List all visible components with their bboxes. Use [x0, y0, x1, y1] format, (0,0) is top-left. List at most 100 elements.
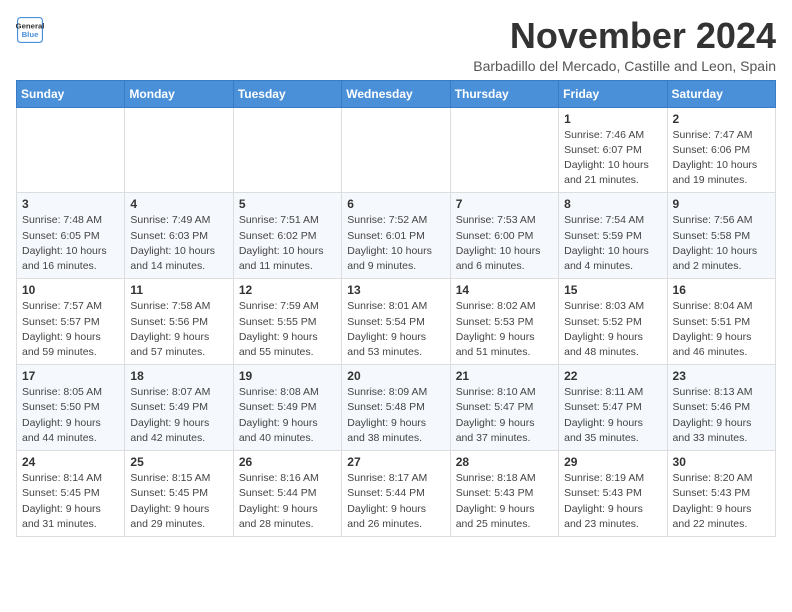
day-info: Sunrise: 8:14 AMSunset: 5:45 PMDaylight:… [22, 471, 119, 532]
day-info: Sunrise: 7:46 AMSunset: 6:07 PMDaylight:… [564, 128, 661, 189]
day-info: Sunrise: 8:20 AMSunset: 5:43 PMDaylight:… [673, 471, 770, 532]
day-info: Sunrise: 7:59 AMSunset: 5:55 PMDaylight:… [239, 299, 336, 360]
day-info: Sunrise: 8:02 AMSunset: 5:53 PMDaylight:… [456, 299, 553, 360]
svg-text:General: General [16, 21, 44, 30]
day-info: Sunrise: 8:19 AMSunset: 5:43 PMDaylight:… [564, 471, 661, 532]
day-info: Sunrise: 7:53 AMSunset: 6:00 PMDaylight:… [456, 213, 553, 274]
day-info: Sunrise: 8:05 AMSunset: 5:50 PMDaylight:… [22, 385, 119, 446]
day-info: Sunrise: 8:07 AMSunset: 5:49 PMDaylight:… [130, 385, 227, 446]
day-info: Sunrise: 8:15 AMSunset: 5:45 PMDaylight:… [130, 471, 227, 532]
calendar-cell: 17Sunrise: 8:05 AMSunset: 5:50 PMDayligh… [17, 365, 125, 451]
weekday-header-sunday: Sunday [17, 80, 125, 107]
day-info: Sunrise: 7:56 AMSunset: 5:58 PMDaylight:… [673, 213, 770, 274]
week-row-3: 10 Sunrise: 7:57 AMSunset: 5:57 PMDayligh… [17, 279, 776, 365]
weekday-header-thursday: Thursday [450, 80, 558, 107]
calendar-cell: 30 Sunrise: 8:20 AMSunset: 5:43 PMDayligh… [667, 451, 775, 537]
calendar-cell: 9 Sunrise: 7:56 AMSunset: 5:58 PMDaylight… [667, 193, 775, 279]
day-info: Sunrise: 8:11 AMSunset: 5:47 PMDaylight:… [564, 385, 661, 446]
calendar-cell: 26 Sunrise: 8:16 AMSunset: 5:44 PMDayligh… [233, 451, 341, 537]
day-number: 12 [239, 283, 336, 297]
calendar-cell: 16 Sunrise: 8:04 AMSunset: 5:51 PMDayligh… [667, 279, 775, 365]
calendar-cell: 11Sunrise: 7:58 AMSunset: 5:56 PMDayligh… [125, 279, 233, 365]
day-number: 26 [239, 455, 336, 469]
location-subtitle: Barbadillo del Mercado, Castille and Leo… [473, 58, 776, 74]
day-number: 28 [456, 455, 553, 469]
month-title: November 2024 [473, 16, 776, 56]
calendar-cell: 3Sunrise: 7:48 AMSunset: 6:05 PMDaylight… [17, 193, 125, 279]
day-info: Sunrise: 7:48 AMSunset: 6:05 PMDaylight:… [22, 213, 119, 274]
calendar-cell: 27 Sunrise: 8:17 AMSunset: 5:44 PMDayligh… [342, 451, 450, 537]
day-number: 14 [456, 283, 553, 297]
day-info: Sunrise: 8:10 AMSunset: 5:47 PMDaylight:… [456, 385, 553, 446]
day-info: Sunrise: 8:09 AMSunset: 5:48 PMDaylight:… [347, 385, 444, 446]
calendar-cell: 29Sunrise: 8:19 AMSunset: 5:43 PMDayligh… [559, 451, 667, 537]
weekday-header-wednesday: Wednesday [342, 80, 450, 107]
weekday-header-monday: Monday [125, 80, 233, 107]
calendar-cell: 1 Sunrise: 7:46 AMSunset: 6:07 PMDaylight… [559, 107, 667, 193]
day-number: 27 [347, 455, 444, 469]
week-row-5: 24 Sunrise: 8:14 AMSunset: 5:45 PMDayligh… [17, 451, 776, 537]
day-number: 10 [22, 283, 119, 297]
logo: General Blue [16, 16, 44, 44]
calendar-cell: 19 Sunrise: 8:08 AMSunset: 5:49 PMDayligh… [233, 365, 341, 451]
day-info: Sunrise: 7:58 AMSunset: 5:56 PMDaylight:… [130, 299, 227, 360]
weekday-header-saturday: Saturday [667, 80, 775, 107]
day-number: 30 [673, 455, 770, 469]
calendar-cell: 24 Sunrise: 8:14 AMSunset: 5:45 PMDayligh… [17, 451, 125, 537]
weekday-header-friday: Friday [559, 80, 667, 107]
day-number: 23 [673, 369, 770, 383]
day-info: Sunrise: 7:47 AMSunset: 6:06 PMDaylight:… [673, 128, 770, 189]
calendar-cell: 4 Sunrise: 7:49 AMSunset: 6:03 PMDaylight… [125, 193, 233, 279]
calendar-cell: 6Sunrise: 7:52 AMSunset: 6:01 PMDaylight… [342, 193, 450, 279]
weekday-header-tuesday: Tuesday [233, 80, 341, 107]
calendar-cell [233, 107, 341, 193]
calendar-cell: 28 Sunrise: 8:18 AMSunset: 5:43 PMDayligh… [450, 451, 558, 537]
calendar-cell: 20 Sunrise: 8:09 AMSunset: 5:48 PMDayligh… [342, 365, 450, 451]
calendar-cell: 14 Sunrise: 8:02 AMSunset: 5:53 PMDayligh… [450, 279, 558, 365]
day-info: Sunrise: 8:13 AMSunset: 5:46 PMDaylight:… [673, 385, 770, 446]
day-info: Sunrise: 7:49 AMSunset: 6:03 PMDaylight:… [130, 213, 227, 274]
day-number: 9 [673, 197, 770, 211]
calendar-table: SundayMondayTuesdayWednesdayThursdayFrid… [16, 80, 776, 537]
day-number: 22 [564, 369, 661, 383]
day-info: Sunrise: 8:17 AMSunset: 5:44 PMDaylight:… [347, 471, 444, 532]
calendar-cell: 5Sunrise: 7:51 AMSunset: 6:02 PMDaylight… [233, 193, 341, 279]
day-number: 16 [673, 283, 770, 297]
day-number: 13 [347, 283, 444, 297]
day-info: Sunrise: 8:08 AMSunset: 5:49 PMDaylight:… [239, 385, 336, 446]
day-number: 6 [347, 197, 444, 211]
svg-text:Blue: Blue [22, 30, 40, 39]
day-number: 21 [456, 369, 553, 383]
calendar-cell: 25 Sunrise: 8:15 AMSunset: 5:45 PMDayligh… [125, 451, 233, 537]
day-number: 24 [22, 455, 119, 469]
day-info: Sunrise: 7:54 AMSunset: 5:59 PMDaylight:… [564, 213, 661, 274]
day-number: 1 [564, 112, 661, 126]
day-number: 4 [130, 197, 227, 211]
day-info: Sunrise: 8:01 AMSunset: 5:54 PMDaylight:… [347, 299, 444, 360]
day-info: Sunrise: 7:51 AMSunset: 6:02 PMDaylight:… [239, 213, 336, 274]
calendar-cell: 12 Sunrise: 7:59 AMSunset: 5:55 PMDayligh… [233, 279, 341, 365]
day-number: 15 [564, 283, 661, 297]
week-row-1: 1 Sunrise: 7:46 AMSunset: 6:07 PMDaylight… [17, 107, 776, 193]
page-header: General Blue November 2024 Barbadillo de… [16, 16, 776, 74]
logo-icon: General Blue [16, 16, 44, 44]
day-number: 19 [239, 369, 336, 383]
calendar-cell [125, 107, 233, 193]
calendar-cell: 22 Sunrise: 8:11 AMSunset: 5:47 PMDayligh… [559, 365, 667, 451]
day-number: 7 [456, 197, 553, 211]
calendar-cell [342, 107, 450, 193]
calendar-cell: 8 Sunrise: 7:54 AMSunset: 5:59 PMDaylight… [559, 193, 667, 279]
day-number: 2 [673, 112, 770, 126]
day-number: 25 [130, 455, 227, 469]
day-info: Sunrise: 8:16 AMSunset: 5:44 PMDaylight:… [239, 471, 336, 532]
day-number: 20 [347, 369, 444, 383]
day-info: Sunrise: 8:18 AMSunset: 5:43 PMDaylight:… [456, 471, 553, 532]
day-number: 8 [564, 197, 661, 211]
calendar-cell: 21 Sunrise: 8:10 AMSunset: 5:47 PMDayligh… [450, 365, 558, 451]
calendar-cell: 13 Sunrise: 8:01 AMSunset: 5:54 PMDayligh… [342, 279, 450, 365]
day-info: Sunrise: 7:57 AMSunset: 5:57 PMDaylight:… [22, 299, 119, 360]
day-info: Sunrise: 8:03 AMSunset: 5:52 PMDaylight:… [564, 299, 661, 360]
week-row-4: 17Sunrise: 8:05 AMSunset: 5:50 PMDayligh… [17, 365, 776, 451]
day-info: Sunrise: 8:04 AMSunset: 5:51 PMDaylight:… [673, 299, 770, 360]
calendar-cell: 18Sunrise: 8:07 AMSunset: 5:49 PMDayligh… [125, 365, 233, 451]
